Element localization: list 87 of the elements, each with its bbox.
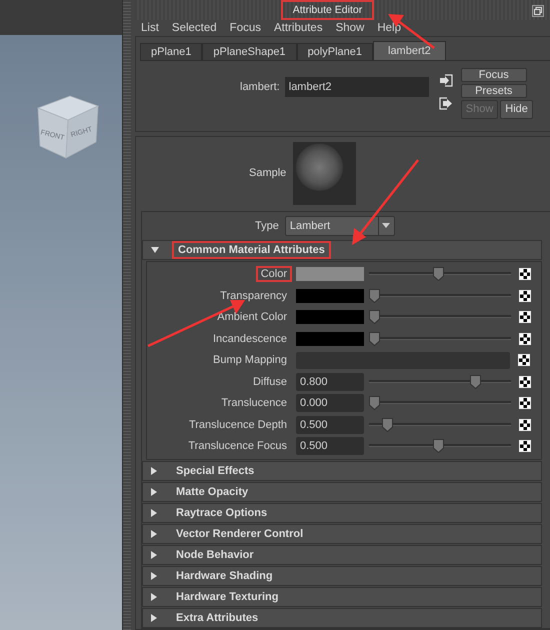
section-title: Node Behavior [175, 548, 255, 563]
section-header[interactable]: Raytrace Options [142, 503, 542, 523]
map-checker-icon[interactable] [518, 354, 530, 366]
map-checker-icon[interactable] [519, 440, 531, 452]
collapsed-triangle-icon [151, 488, 157, 496]
material-sphere-swatch [293, 142, 356, 204]
tab[interactable]: pPlaneShape1 [202, 42, 297, 60]
section-header[interactable]: Common Material Attributes [142, 240, 542, 260]
map-checker-icon[interactable] [519, 332, 531, 345]
map-checker-icon[interactable] [519, 268, 531, 280]
attribute-label: Diffuse [252, 374, 288, 390]
number-field[interactable]: 0.500 [296, 437, 364, 456]
section-header[interactable]: Vector Renderer Control [142, 524, 542, 544]
slider-thumb[interactable] [382, 418, 394, 432]
section-title: Extra Attributes [175, 611, 260, 626]
presets-button[interactable]: Presets [460, 84, 527, 98]
splitter-handle[interactable] [122, 0, 131, 630]
slider-thumb[interactable] [369, 332, 380, 346]
section-header[interactable]: Extra Attributes [142, 608, 542, 628]
slider-thumb[interactable] [433, 267, 444, 282]
attribute-label: Ambient Color [216, 310, 288, 326]
section-title: Vector Renderer Control [175, 527, 304, 542]
section-title: Common Material Attributes [172, 240, 331, 258]
menu-item[interactable]: Focus [230, 22, 261, 34]
attribute-label: Incandescence [212, 332, 288, 347]
attribute-label: Transparency [219, 288, 288, 304]
tab[interactable]: pPlane1 [140, 42, 202, 60]
map-checker-icon[interactable] [519, 311, 531, 324]
restore-icon[interactable] [532, 5, 544, 17]
section-header[interactable]: Special Effects [142, 461, 542, 481]
collapsed-triangle-icon [151, 467, 157, 475]
section-title: Hardware Shading [175, 569, 274, 584]
map-checker-icon[interactable] [519, 376, 531, 388]
collapsed-triangle-icon [151, 593, 157, 601]
attribute-label: Bump Mapping [212, 353, 288, 368]
attribute-label: Translucence Depth [188, 418, 288, 433]
slider-thumb[interactable] [470, 374, 481, 389]
collapsed-triangle-icon [151, 509, 157, 517]
color-swatch[interactable] [296, 332, 364, 346]
map-checker-icon[interactable] [519, 397, 531, 410]
slider-thumb[interactable] [369, 288, 380, 303]
color-swatch[interactable] [296, 310, 364, 324]
attribute-label: Color [256, 266, 292, 282]
hide-button[interactable]: Hide [500, 100, 533, 118]
dropdown-caret-icon [382, 223, 390, 228]
menu-item[interactable]: Help [377, 22, 402, 34]
type-dropdown[interactable]: Lambert [284, 216, 395, 236]
section-header[interactable]: Hardware Shading [142, 566, 542, 586]
attribute-label: Translucence Focus [187, 439, 288, 454]
collapsed-triangle-icon [151, 551, 157, 559]
tab[interactable]: lambert2 [373, 40, 446, 60]
arrow-box-icon[interactable] [438, 74, 453, 86]
arrow-box-icon[interactable] [438, 96, 453, 110]
collapsed-triangle-icon [151, 530, 157, 538]
slider-thumb[interactable] [433, 439, 444, 454]
menu-item[interactable]: Show [336, 22, 364, 34]
section-title: Matte Opacity [175, 485, 250, 500]
section-header[interactable]: Node Behavior [142, 545, 542, 565]
menu-item[interactable]: List [141, 22, 159, 34]
slider-thumb[interactable] [369, 310, 380, 324]
attribute-label: Translucence [220, 396, 288, 412]
number-field[interactable]: 0.500 [296, 416, 364, 434]
section-title: Special Effects [175, 464, 256, 479]
collapsed-triangle-icon [151, 572, 157, 580]
color-swatch[interactable] [296, 288, 364, 303]
section-title: Hardware Texturing [175, 590, 280, 605]
tab[interactable]: polyPlane1 [296, 42, 373, 60]
color-swatch[interactable] [296, 267, 364, 282]
section-header[interactable]: Hardware Texturing [142, 587, 542, 607]
number-field[interactable]: 0.000 [296, 394, 364, 412]
sample-label: Sample [249, 167, 286, 179]
window-title: Attribute Editor [280, 0, 374, 20]
slider-thumb[interactable] [369, 396, 380, 410]
focus-button[interactable]: Focus [460, 68, 527, 82]
menu-item[interactable]: Selected [172, 22, 217, 34]
section-header[interactable]: Matte Opacity [142, 482, 542, 502]
view-cube-drawing[interactable] [36, 96, 100, 159]
type-label: Type [255, 220, 279, 232]
collapsed-triangle-icon [151, 614, 157, 622]
name-field[interactable]: lambert2 [284, 76, 429, 96]
menu-item[interactable]: Attributes [274, 22, 323, 34]
section-title: Raytrace Options [175, 506, 268, 521]
number-field[interactable]: 0.800 [296, 372, 364, 391]
expanded-triangle-icon [151, 246, 159, 252]
map-checker-icon[interactable] [519, 290, 531, 302]
field-label: lambert: [240, 80, 280, 92]
map-checker-icon[interactable] [519, 418, 531, 431]
